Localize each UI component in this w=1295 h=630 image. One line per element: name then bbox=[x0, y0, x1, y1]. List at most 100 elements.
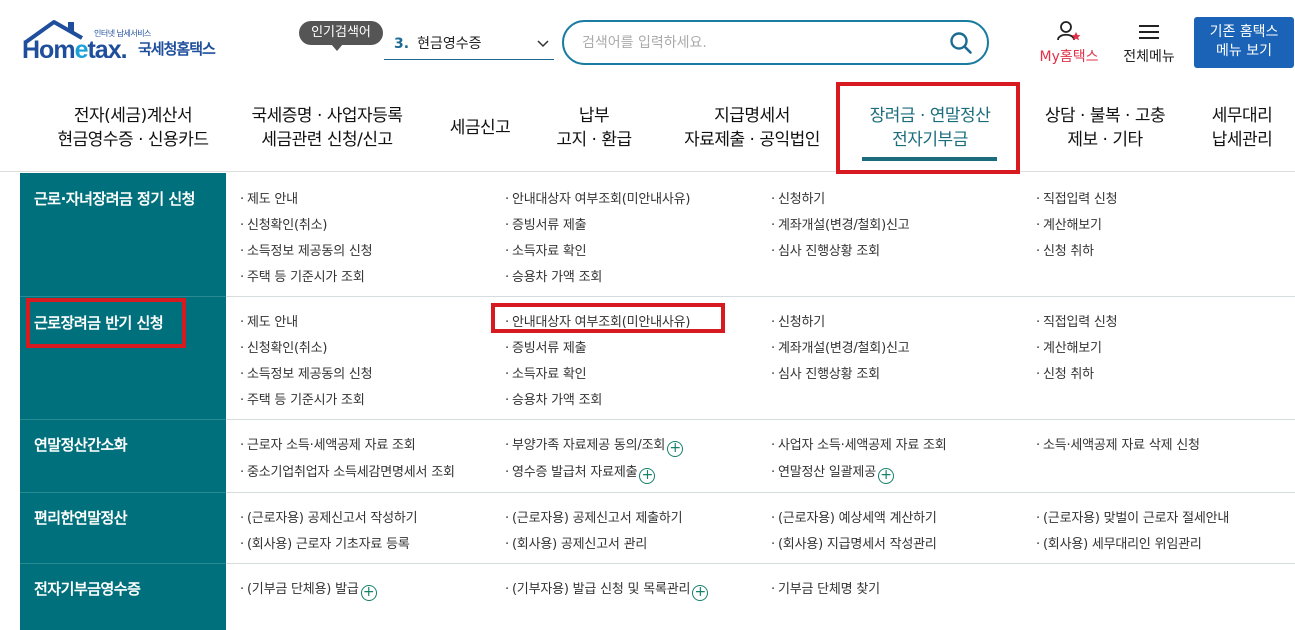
my-hometax-label: My홈택스 bbox=[1039, 49, 1099, 65]
link-text: 제도 안내 bbox=[246, 315, 298, 330]
link-item[interactable]: · (회사용) 지급명세서 작성관리 bbox=[771, 533, 937, 552]
search-input[interactable] bbox=[582, 31, 932, 55]
nav-line: 국세증명 · 사업자등록 bbox=[251, 106, 403, 126]
nav-line: 세금신고 bbox=[449, 118, 511, 138]
nav-line: 자료제출 · 공익법인 bbox=[684, 130, 820, 150]
link-text: 증빙서류 제출 bbox=[511, 218, 587, 233]
link-item[interactable]: · 신청 취하 bbox=[1036, 363, 1094, 382]
my-hometax-button[interactable]: My홈택스 bbox=[1034, 20, 1104, 66]
bullet: · bbox=[771, 244, 775, 259]
link-item[interactable]: · 기부금 단체명 찾기 bbox=[771, 578, 880, 597]
bullet: · bbox=[240, 367, 244, 382]
search-icon[interactable] bbox=[949, 31, 973, 55]
old-hometax-menu-button[interactable]: 기존 홈택스 메뉴 보기 bbox=[1194, 17, 1294, 68]
link-item[interactable]: · 승용차 가액 조회 bbox=[505, 266, 602, 285]
chevron-down-icon bbox=[537, 40, 549, 48]
hometax-logo[interactable]: 인터넷 납세서비스 Hometax. 국세청홈택스 bbox=[22, 18, 237, 70]
nav-statement[interactable]: 지급명세서 자료제출 · 공익법인 bbox=[668, 104, 836, 152]
link-item[interactable]: · 직접입력 신청 bbox=[1036, 311, 1118, 330]
bullet: · bbox=[1036, 315, 1040, 330]
link-item[interactable]: · 계산해보기 bbox=[1036, 214, 1102, 233]
link-item[interactable]: · 근로자 소득·세액공제 자료 조회 bbox=[240, 434, 416, 453]
link-item[interactable]: · 사업자 소득·세액공제 자료 조회 bbox=[771, 434, 947, 453]
link-item[interactable]: · (회사용) 세무대리인 위임관리 bbox=[1036, 533, 1202, 552]
nav-line: 세금관련 신청/신고 bbox=[261, 130, 393, 150]
link-item[interactable]: · 소득자료 확인 bbox=[505, 240, 587, 259]
link-item[interactable]: · 제도 안내 bbox=[240, 188, 298, 207]
link-text: (근로자용) 맞벌이 근로자 절세안내 bbox=[1042, 511, 1230, 526]
link-item[interactable]: · 직접입력 신청 bbox=[1036, 188, 1118, 207]
expand-plus-icon[interactable]: + bbox=[639, 468, 656, 484]
link-item[interactable]: · (근로자용) 예상세액 계산하기 bbox=[771, 507, 937, 526]
link-item[interactable]: · 소득정보 제공동의 신청 bbox=[240, 240, 373, 259]
link-item[interactable]: · 증빙서류 제출 bbox=[505, 214, 587, 233]
bullet: · bbox=[505, 393, 509, 408]
link-item[interactable]: · 증빙서류 제출 bbox=[505, 337, 587, 356]
all-menu-button[interactable]: 전체메뉴 bbox=[1118, 20, 1180, 66]
link-item[interactable]: · 부양가족 자료제공 동의/조회 + bbox=[505, 434, 684, 457]
link-text: 연말정산 일괄제공 bbox=[777, 465, 876, 480]
link-item[interactable]: · (회사용) 근로자 기초자료 등록 bbox=[240, 533, 410, 552]
bullet: · bbox=[505, 341, 509, 356]
link-item[interactable]: · (회사용) 공제신고서 관리 bbox=[505, 533, 647, 552]
section-title[interactable]: 연말정산간소화 bbox=[34, 434, 128, 455]
link-text: (기부금 단체용) 발급 bbox=[246, 582, 359, 597]
bullet: · bbox=[1036, 537, 1040, 552]
logo-wordmark-part2: tax. bbox=[87, 36, 127, 64]
nav-tax-agent[interactable]: 세무대리 납세관리 bbox=[1200, 104, 1284, 152]
link-text: 소득자료 확인 bbox=[511, 367, 587, 382]
link-item[interactable]: · 계좌개설(변경/철회)신고 bbox=[771, 214, 910, 233]
nav-consult[interactable]: 상담 · 불복 · 고충 제보 · 기타 bbox=[1030, 104, 1180, 152]
section-title[interactable]: 편리한연말정산 bbox=[34, 507, 128, 528]
link-item[interactable]: · 계좌개설(변경/철회)신고 bbox=[771, 337, 910, 356]
bullet: · bbox=[771, 367, 775, 382]
link-item[interactable]: · 주택 등 기준시가 조회 bbox=[240, 389, 365, 408]
nav-line: 전자(세금)계산서 bbox=[73, 106, 193, 126]
link-item[interactable]: · 소득정보 제공동의 신청 bbox=[240, 363, 373, 382]
nav-certificate[interactable]: 국세증명 · 사업자등록세금관련 신청/신고 bbox=[236, 104, 418, 152]
link-text: 계산해보기 bbox=[1042, 218, 1102, 233]
link-item[interactable]: · (근로자용) 공제신고서 작성하기 bbox=[240, 507, 418, 526]
old-menu-line1: 기존 홈택스 bbox=[1209, 24, 1279, 40]
link-item[interactable]: · 소득·세액공제 자료 삭제 신청 bbox=[1036, 434, 1200, 453]
bullet: · bbox=[505, 244, 509, 259]
nav-payment[interactable]: 납부 고지 · 환급 bbox=[544, 104, 644, 152]
section-title[interactable]: 근로·자녀장려금 정기 신청 bbox=[34, 188, 195, 209]
link-item[interactable]: · 심사 진행상황 조회 bbox=[771, 363, 880, 382]
link-item[interactable]: · (근로자용) 공제신고서 제출하기 bbox=[505, 507, 683, 526]
link-item[interactable]: · 신청확인(취소) bbox=[240, 214, 327, 233]
link-item[interactable]: · (기부금 단체용) 발급 + bbox=[240, 578, 377, 601]
expand-plus-icon[interactable]: + bbox=[692, 585, 709, 601]
nav-tax-return[interactable]: 세금신고 bbox=[440, 116, 520, 140]
search-box bbox=[562, 20, 989, 65]
link-item[interactable]: · 영수증 발급처 자료제출 + bbox=[505, 461, 656, 484]
popular-search-select[interactable]: 3. 현금영수증 bbox=[384, 30, 554, 60]
expand-plus-icon[interactable]: + bbox=[877, 468, 894, 484]
link-item[interactable]: · 주택 등 기준시가 조회 bbox=[240, 266, 365, 285]
link-item[interactable]: · 심사 진행상황 조회 bbox=[771, 240, 880, 259]
link-item[interactable]: · (기부자용) 발급 신청 및 목록관리 + bbox=[505, 578, 709, 601]
link-text: (근로자용) 공제신고서 작성하기 bbox=[246, 511, 418, 526]
link-item[interactable]: · 중소기업취업자 소득세감면명세서 조회 bbox=[240, 461, 455, 480]
nav-einvoice[interactable]: 전자(세금)계산서 현금영수증 · 신용카드 bbox=[38, 104, 228, 152]
link-item[interactable]: · 승용차 가액 조회 bbox=[505, 389, 602, 408]
link-item[interactable]: · 계산해보기 bbox=[1036, 337, 1102, 356]
link-item[interactable]: · 신청 취하 bbox=[1036, 240, 1094, 259]
link-item[interactable]: · 제도 안내 bbox=[240, 311, 298, 330]
section-divider bbox=[20, 419, 1295, 420]
bullet: · bbox=[240, 270, 244, 285]
link-item[interactable]: · 소득자료 확인 bbox=[505, 363, 587, 382]
bullet: · bbox=[771, 582, 775, 597]
link-item[interactable]: · 신청확인(취소) bbox=[240, 337, 327, 356]
section-title[interactable]: 전자기부금영수증 bbox=[34, 578, 141, 599]
link-item[interactable]: · 신청하기 bbox=[771, 188, 825, 207]
link-item[interactable]: · 신청하기 bbox=[771, 311, 825, 330]
expand-plus-icon[interactable]: + bbox=[360, 585, 377, 601]
link-item[interactable]: · (근로자용) 맞벌이 근로자 절세안내 bbox=[1036, 507, 1229, 526]
link-text: (기부자용) 발급 신청 및 목록관리 bbox=[511, 582, 691, 597]
bullet: · bbox=[505, 270, 509, 285]
link-item[interactable]: · 연말정산 일괄제공 + bbox=[771, 461, 894, 484]
expand-plus-icon[interactable]: + bbox=[667, 441, 684, 457]
link-item[interactable]: · 안내대상자 여부조회(미안내사유) bbox=[505, 188, 690, 207]
link-text: 계좌개설(변경/철회)신고 bbox=[777, 218, 910, 233]
